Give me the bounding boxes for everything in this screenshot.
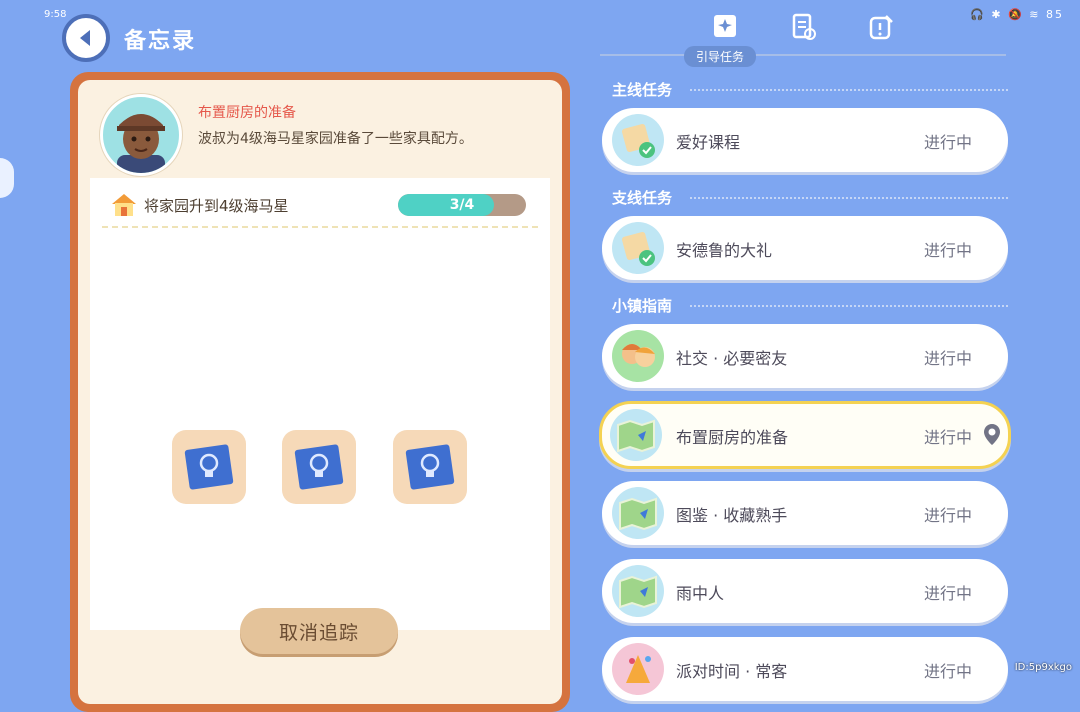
- section-divider: [690, 197, 1008, 199]
- blueprint-icon: [405, 444, 455, 490]
- quest-item[interactable]: 安德鲁的大礼 进行中: [602, 216, 1008, 280]
- watermark: ID:5p9xkgo: [1014, 662, 1072, 673]
- quest-name: 派对时间 · 常客: [676, 662, 788, 681]
- quest-status: 进行中: [924, 662, 973, 681]
- quest-status: 进行中: [924, 241, 973, 260]
- section-divider: [690, 89, 1008, 91]
- section-title-side: 支线任务: [612, 189, 673, 207]
- map-icon: [610, 409, 662, 461]
- location-pin-icon[interactable]: [982, 423, 1002, 447]
- quest-item-tracked[interactable]: 布置厨房的准备 进行中: [599, 401, 1011, 469]
- quest-item[interactable]: 派对时间 · 常客 进行中: [602, 637, 1008, 701]
- quest-item[interactable]: 雨中人 进行中: [602, 559, 1008, 623]
- notice-tab-icon[interactable]: [866, 12, 896, 42]
- friends-icon: [612, 330, 664, 382]
- quest-name: 社交 · 必要密友: [676, 349, 788, 368]
- quest-item[interactable]: 图鉴 · 收藏熟手 进行中: [602, 481, 1008, 545]
- reward-item[interactable]: [172, 430, 246, 504]
- quest-detail-panel: 布置厨房的准备 波叔为4级海马星家园准备了一些家具配方。 将家园升到4级海马星 …: [70, 72, 570, 712]
- quest-name: 布置厨房的准备: [676, 428, 789, 447]
- section-divider: [690, 305, 1008, 307]
- section-title-guide: 小镇指南: [612, 297, 673, 315]
- task-area: 将家园升到4级海马星 3/4: [90, 178, 550, 630]
- task-note-icon: [612, 222, 664, 274]
- reward-list: [172, 430, 482, 504]
- page-title: 备忘录: [124, 29, 197, 54]
- blueprint-icon: [294, 444, 344, 490]
- task-progress-bar: 3/4: [398, 194, 526, 216]
- task-row: 将家园升到4级海马星 3/4: [100, 190, 540, 218]
- quest-item[interactable]: 社交 · 必要密友 进行中: [602, 324, 1008, 388]
- quest-status: 进行中: [924, 506, 973, 525]
- quest-name: 雨中人: [676, 584, 725, 603]
- back-button[interactable]: [62, 14, 110, 62]
- quest-item[interactable]: 爱好课程 进行中: [602, 108, 1008, 172]
- quest-name: 爱好课程: [676, 133, 741, 152]
- quest-status: 进行中: [924, 349, 973, 368]
- house-icon: [112, 194, 136, 216]
- cancel-tracking-button[interactable]: 取消追踪: [240, 608, 398, 654]
- tab-underline: [600, 54, 1006, 56]
- quest-status: 进行中: [924, 133, 973, 152]
- task-label: 将家园升到4级海马星: [144, 197, 289, 215]
- reward-item[interactable]: [393, 430, 467, 504]
- npc-avatar: [100, 94, 182, 176]
- divider: [102, 226, 538, 228]
- quest-description: 波叔为4级海马星家园准备了一些家具配方。: [198, 131, 473, 147]
- guide-quest-tab-icon[interactable]: [710, 12, 740, 42]
- map-icon: [612, 487, 664, 539]
- side-drawer-handle[interactable]: [0, 158, 14, 198]
- task-list-tab-icon[interactable]: [788, 12, 818, 42]
- party-icon: [612, 643, 664, 695]
- status-time: 9:58: [44, 9, 67, 20]
- tab-bar: 引导任务: [600, 8, 1006, 68]
- task-note-icon: [612, 114, 664, 166]
- back-arrow-icon: [80, 30, 90, 46]
- tab-guide-quest[interactable]: 引导任务: [684, 46, 757, 67]
- blueprint-icon: [184, 444, 234, 490]
- section-title-main: 主线任务: [612, 81, 673, 99]
- quest-status: 进行中: [924, 428, 973, 447]
- map-icon: [612, 565, 664, 617]
- quest-name: 图鉴 · 收藏熟手: [676, 506, 788, 525]
- quest-name: 安德鲁的大礼: [676, 241, 773, 260]
- quest-status: 进行中: [924, 584, 973, 603]
- progress-text: 3/4: [449, 197, 475, 213]
- reward-item[interactable]: [282, 430, 356, 504]
- quest-title: 布置厨房的准备: [198, 105, 296, 121]
